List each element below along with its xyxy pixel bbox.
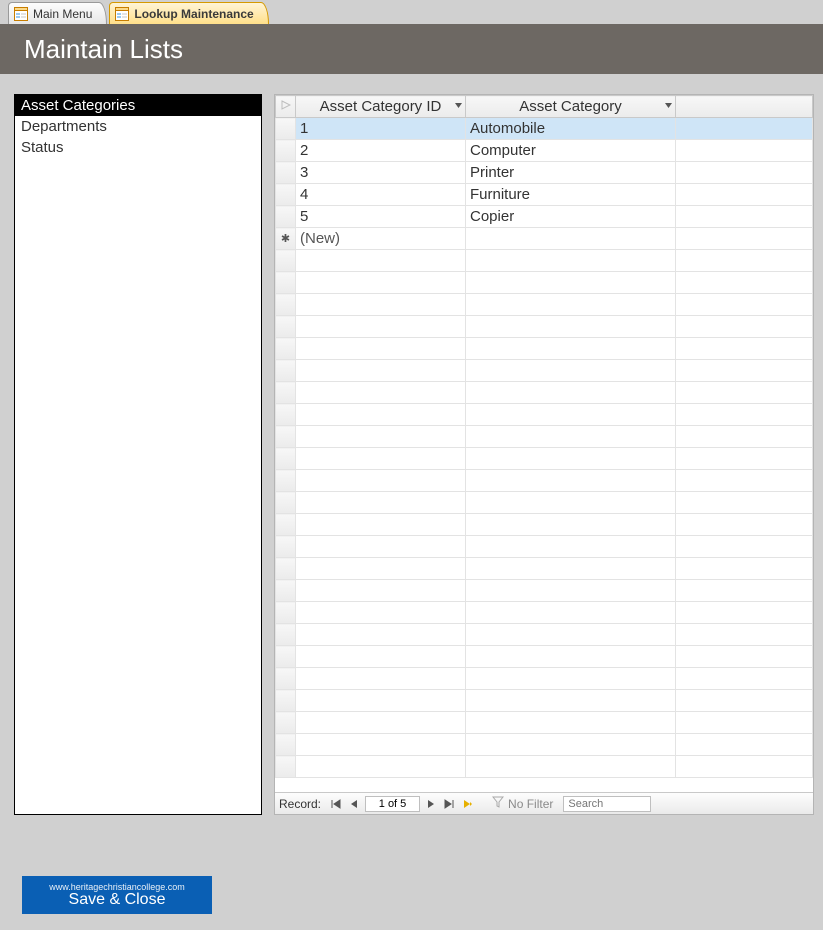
sidebar-item-label: Asset Categories xyxy=(21,97,135,114)
cell-category[interactable]: Computer xyxy=(466,140,676,162)
cell-empty[interactable] xyxy=(676,206,813,228)
column-header-asset-category[interactable]: Asset Category xyxy=(466,96,676,118)
empty-row xyxy=(276,558,813,580)
record-navigator: Record: No Filter xyxy=(275,792,813,814)
column-dropdown-icon[interactable] xyxy=(663,102,673,112)
empty-row xyxy=(276,250,813,272)
table-row[interactable]: 1Automobile xyxy=(276,118,813,140)
row-header[interactable] xyxy=(276,162,296,184)
empty-row xyxy=(276,712,813,734)
empty-row xyxy=(276,492,813,514)
funnel-icon xyxy=(492,796,508,811)
tab-label: Lookup Maintenance xyxy=(134,7,253,21)
cell-category[interactable]: Furniture xyxy=(466,184,676,206)
form-icon xyxy=(114,6,130,22)
page-title: Maintain Lists xyxy=(24,34,183,65)
lookup-list-sidebar: Asset Categories Departments Status xyxy=(14,94,262,815)
cell-empty[interactable] xyxy=(676,118,813,140)
tab-main-menu[interactable]: Main Menu xyxy=(8,2,107,24)
empty-row xyxy=(276,338,813,360)
column-label: Asset Category ID xyxy=(320,98,442,115)
empty-row xyxy=(276,294,813,316)
cell-id[interactable]: 3 xyxy=(296,162,466,184)
record-label: Record: xyxy=(275,797,327,811)
empty-row xyxy=(276,646,813,668)
row-header[interactable] xyxy=(276,206,296,228)
form-icon xyxy=(13,6,29,22)
empty-row xyxy=(276,316,813,338)
empty-row xyxy=(276,382,813,404)
cell-id[interactable]: (New) xyxy=(296,228,466,250)
table-row[interactable]: 2Computer xyxy=(276,140,813,162)
empty-row xyxy=(276,272,813,294)
column-label: Asset Category xyxy=(519,98,622,115)
row-header[interactable] xyxy=(276,118,296,140)
column-header-asset-category-id[interactable]: Asset Category ID xyxy=(296,96,466,118)
column-header-empty xyxy=(676,96,813,118)
empty-row xyxy=(276,602,813,624)
cell-id[interactable]: 5 xyxy=(296,206,466,228)
empty-row xyxy=(276,580,813,602)
empty-row xyxy=(276,756,813,778)
column-dropdown-icon[interactable] xyxy=(453,102,463,112)
empty-row xyxy=(276,448,813,470)
empty-row xyxy=(276,470,813,492)
save-button-label: Save & Close xyxy=(69,892,166,908)
row-header[interactable] xyxy=(276,140,296,162)
record-position-input[interactable] xyxy=(365,796,420,812)
sidebar-item-label: Departments xyxy=(21,118,107,135)
nav-prev-button[interactable] xyxy=(345,795,363,813)
sidebar-item-asset-categories[interactable]: Asset Categories xyxy=(15,95,261,116)
empty-row xyxy=(276,536,813,558)
tab-lookup-maintenance[interactable]: Lookup Maintenance xyxy=(109,2,268,24)
page-banner: Maintain Lists xyxy=(0,24,823,74)
filter-label: No Filter xyxy=(508,797,553,811)
row-header[interactable] xyxy=(276,184,296,206)
search-input[interactable] xyxy=(563,796,651,812)
nav-next-button[interactable] xyxy=(422,795,440,813)
cell-id[interactable]: 1 xyxy=(296,118,466,140)
sidebar-item-departments[interactable]: Departments xyxy=(15,116,261,137)
content-area: Asset Categories Departments Status xyxy=(0,74,823,815)
nav-first-button[interactable] xyxy=(327,795,345,813)
empty-row xyxy=(276,668,813,690)
cell-category[interactable] xyxy=(466,228,676,250)
cell-id[interactable]: 4 xyxy=(296,184,466,206)
table-row[interactable]: 5Copier xyxy=(276,206,813,228)
empty-row xyxy=(276,624,813,646)
empty-row xyxy=(276,426,813,448)
tab-label: Main Menu xyxy=(33,7,92,21)
filter-indicator[interactable]: No Filter xyxy=(492,796,553,811)
sidebar-item-status[interactable]: Status xyxy=(15,137,261,158)
select-all-header[interactable] xyxy=(276,96,296,118)
empty-row xyxy=(276,734,813,756)
empty-row xyxy=(276,404,813,426)
table-row[interactable]: 3Printer xyxy=(276,162,813,184)
cell-empty[interactable] xyxy=(676,184,813,206)
datasheet: Asset Category ID Asset Category 1Automo… xyxy=(274,94,814,815)
table-new-row[interactable]: ✱(New) xyxy=(276,228,813,250)
cell-empty[interactable] xyxy=(676,140,813,162)
new-row-icon: ✱ xyxy=(276,228,296,250)
empty-row xyxy=(276,690,813,712)
cell-empty[interactable] xyxy=(676,162,813,184)
nav-new-button[interactable] xyxy=(458,795,476,813)
empty-row xyxy=(276,360,813,382)
save-and-close-button[interactable]: www.heritagechristiancollege.com Save & … xyxy=(22,876,212,914)
cell-category[interactable]: Printer xyxy=(466,162,676,184)
sidebar-item-label: Status xyxy=(21,139,64,156)
save-button-subtext: www.heritagechristiancollege.com xyxy=(49,883,185,892)
empty-row xyxy=(276,514,813,536)
cell-empty[interactable] xyxy=(676,228,813,250)
nav-last-button[interactable] xyxy=(440,795,458,813)
cell-category[interactable]: Automobile xyxy=(466,118,676,140)
tab-bar: Main Menu Lookup Maintenance xyxy=(0,0,823,24)
table-row[interactable]: 4Furniture xyxy=(276,184,813,206)
cell-id[interactable]: 2 xyxy=(296,140,466,162)
datasheet-table: Asset Category ID Asset Category 1Automo… xyxy=(275,95,813,778)
cell-category[interactable]: Copier xyxy=(466,206,676,228)
